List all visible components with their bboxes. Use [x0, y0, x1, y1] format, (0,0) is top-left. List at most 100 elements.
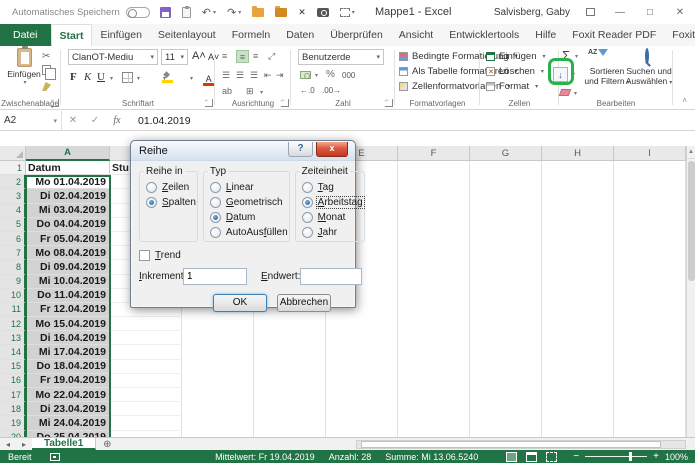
wrap-text-icon[interactable]: ab [222, 86, 232, 96]
vertical-scroll-thumb[interactable] [688, 161, 695, 281]
minimize-icon[interactable]: — [605, 0, 635, 24]
cells-item-format[interactable]: Format [486, 79, 546, 94]
cell-a3[interactable]: Di 02.04.2019 [26, 189, 110, 203]
increase-decimal-icon[interactable]: ←.0 [300, 86, 315, 95]
row-header-14[interactable]: 14 [0, 345, 26, 359]
fill-color-caret-icon[interactable]: ▾ [163, 75, 166, 82]
sheet-tab-tabelle1[interactable]: Tabelle1 [32, 438, 96, 450]
percent-icon[interactable]: % [326, 69, 335, 80]
name-box[interactable]: A2 [0, 111, 62, 130]
row-header-19[interactable]: 19 [0, 416, 26, 430]
radio-icon-autoausf-llen[interactable] [210, 227, 221, 238]
row-header-11[interactable]: 11 [0, 303, 26, 317]
borders-caret-icon[interactable]: ▾ [137, 75, 140, 82]
cell-b17[interactable] [110, 388, 182, 402]
cell-a9[interactable]: Mi 10.04.2019 [26, 275, 110, 289]
close-x-icon[interactable] [298, 7, 306, 18]
search-icon[interactable] [645, 48, 649, 64]
zoom-slider-handle[interactable] [629, 452, 632, 461]
radio-option-linear[interactable]: Linear [210, 182, 289, 193]
column-header-h[interactable]: H [542, 146, 614, 161]
alignment-dialog-launcher-icon[interactable]: ⌐ [281, 99, 289, 107]
radio-icon-monat[interactable] [302, 212, 313, 223]
cut-icon[interactable] [42, 51, 50, 62]
ribbon-tab-foxit-pdf[interactable]: Foxit PDF [664, 24, 695, 46]
normal-view-icon[interactable] [506, 452, 517, 462]
undo-caret-icon[interactable]: ▾ [213, 9, 216, 16]
folder-icon[interactable] [275, 8, 287, 17]
trend-checkbox[interactable] [139, 250, 150, 261]
zoom-in-icon[interactable]: + [653, 452, 659, 461]
ok-button[interactable]: OK [213, 294, 267, 312]
cancel-button[interactable]: Abbrechen [277, 294, 331, 312]
underline-caret-icon[interactable]: ▾ [110, 75, 113, 82]
cell-a16[interactable]: Fr 19.04.2019 [26, 374, 110, 388]
row-header-9[interactable]: 9 [0, 275, 26, 289]
tab-datei[interactable]: Datei [0, 24, 51, 46]
endvalue-input[interactable] [300, 268, 362, 285]
row-header-8[interactable]: 8 [0, 260, 26, 274]
horizontal-scrollbar[interactable] [356, 440, 686, 449]
cell-a8[interactable]: Di 09.04.2019 [26, 260, 110, 274]
dialog-close-icon[interactable]: x [316, 142, 348, 157]
cell-a4[interactable]: Mi 03.04.2019 [26, 204, 110, 218]
formula-content[interactable]: 01.04.2019 [138, 115, 191, 127]
ribbon-tab-start[interactable]: Start [51, 24, 93, 46]
cell-a5[interactable]: Do 04.04.2019 [26, 218, 110, 232]
cell-b12[interactable] [110, 317, 182, 331]
cell-a7[interactable]: Mo 08.04.2019 [26, 246, 110, 260]
horizontal-scroll-thumb[interactable] [361, 441, 661, 448]
underline-button[interactable]: U [97, 71, 105, 83]
radio-option-geometrisch[interactable]: Geometrisch [210, 197, 289, 208]
find-select-button[interactable]: Suchen und Auswählen [624, 66, 674, 88]
radio-icon-spalten[interactable] [146, 197, 157, 208]
radio-icon-tag[interactable] [302, 182, 313, 193]
radio-option-autoausf-llen[interactable]: AutoAusfüllen [210, 227, 289, 238]
align-bottom-icon[interactable]: ≡ [253, 51, 258, 61]
ribbon-tab-einf-gen[interactable]: Einfügen [92, 24, 149, 46]
ribbon-tab-daten[interactable]: Daten [278, 24, 322, 46]
cell-b15[interactable] [110, 360, 182, 374]
ribbon-tab-seitenlayout[interactable]: Seitenlayout [150, 24, 224, 46]
radio-option-tag[interactable]: Tag [302, 182, 364, 193]
radio-option-zeilen[interactable]: Zeilen [146, 182, 197, 193]
indent-increase-icon[interactable]: ⇥ [276, 70, 284, 81]
copy-icon[interactable] [42, 65, 51, 75]
zoom-slider[interactable] [585, 456, 647, 457]
sort-filter-icon[interactable]: AZ [588, 49, 608, 56]
macro-record-icon[interactable] [50, 453, 60, 461]
ribbon-display-icon[interactable] [575, 0, 605, 24]
select-all-corner[interactable] [0, 146, 26, 161]
row-header-12[interactable]: 12 [0, 317, 26, 331]
radio-option-datum[interactable]: Datum [210, 212, 289, 223]
column-header-a[interactable]: A [26, 146, 110, 161]
radio-icon-linear[interactable] [210, 182, 221, 193]
radio-option-arbeitstag[interactable]: Arbeitstag [302, 197, 364, 208]
cell-b13[interactable] [110, 331, 182, 345]
cell-a13[interactable]: Di 16.04.2019 [26, 331, 110, 345]
indent-decrease-icon[interactable]: ⇤ [264, 70, 272, 81]
row-header-3[interactable]: 3 [0, 189, 26, 203]
paste-button[interactable]: Einfügen ▾ [4, 48, 44, 96]
radio-icon-datum[interactable] [210, 212, 221, 223]
cell-a17[interactable]: Mo 22.04.2019 [26, 388, 110, 402]
cells-item-l-schen[interactable]: Löschen [486, 64, 546, 79]
radio-icon-arbeitstag[interactable] [302, 197, 313, 208]
column-header-f[interactable]: F [398, 146, 470, 161]
row-header-15[interactable]: 15 [0, 360, 26, 374]
insert-function-icon[interactable]: fx [106, 115, 128, 126]
cell-b14[interactable] [110, 345, 182, 359]
number-dialog-launcher-icon[interactable]: ⌐ [385, 99, 393, 107]
maximize-icon[interactable]: □ [635, 0, 665, 24]
column-header-g[interactable]: G [470, 146, 542, 161]
font-dialog-launcher-icon[interactable]: ⌐ [205, 99, 213, 107]
italic-button[interactable]: K [84, 71, 91, 83]
redo-caret-icon[interactable]: ▾ [238, 9, 241, 16]
row-header-17[interactable]: 17 [0, 388, 26, 402]
radio-option-monat[interactable]: Monat [302, 212, 364, 223]
paste-icon[interactable] [182, 7, 191, 18]
cells-item-einf-gen[interactable]: Einfügen [486, 49, 546, 64]
clear-caret-icon[interactable]: ▾ [574, 90, 577, 97]
ribbon-tab--berpr-fen[interactable]: Überprüfen [322, 24, 391, 46]
cell-a18[interactable]: Di 23.04.2019 [26, 402, 110, 416]
